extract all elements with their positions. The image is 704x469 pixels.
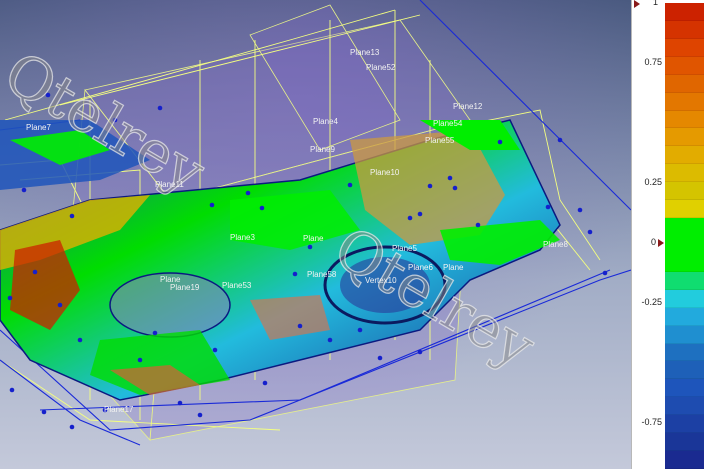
colorbar-segment (665, 289, 704, 308)
model-canvas[interactable]: Qtelrey Qtelrey Plane13 Plane52 Plane12 … (0, 0, 631, 469)
colorbar-segment (665, 182, 704, 201)
plane-label[interactable]: Plane17 (104, 405, 134, 414)
plane-label[interactable]: Plane5 (392, 244, 417, 253)
colorbar-segment (665, 433, 704, 452)
colorbar-segment (665, 218, 704, 272)
colorbar-segment (665, 343, 704, 362)
colorbar-segment (665, 361, 704, 380)
plane-label[interactable]: Plane58 (307, 270, 337, 279)
plane-label[interactable]: Plane6 (408, 263, 433, 272)
vertex-label[interactable]: Vertex10 (365, 276, 397, 285)
plane-label[interactable]: Plane9 (310, 145, 335, 154)
colorbar-segment (665, 451, 704, 469)
colorbar-segment (665, 325, 704, 344)
legend-max-value: 1 (652, 0, 658, 7)
colorbar-segment (665, 110, 704, 129)
colorbar-segment (665, 56, 704, 75)
3d-viewport[interactable]: Qtelrey Qtelrey Plane13 Plane52 Plane12 … (0, 0, 631, 469)
colorbar-segment (665, 307, 704, 326)
plane-label[interactable]: Plane19 (170, 283, 200, 292)
colorbar-segment (665, 164, 704, 183)
plane-label[interactable]: Plane (443, 263, 464, 272)
plane-label[interactable]: Plane53 (222, 281, 252, 290)
zero-marker-icon (658, 239, 664, 247)
plane-label[interactable]: Plane3 (230, 233, 255, 242)
plane-label[interactable]: Plane10 (370, 168, 400, 177)
colorbar (665, 3, 704, 469)
plane-label[interactable]: Plane (303, 234, 324, 243)
plane-label[interactable]: Plane52 (366, 63, 396, 72)
colorbar-segment (665, 200, 704, 219)
legend-tick: -0.75 (641, 417, 662, 427)
plane-label[interactable]: Plane11 (155, 180, 184, 189)
legend-tick-zero: 0 (650, 237, 656, 247)
legend-tick: -0.25 (641, 297, 662, 307)
application-window: Qtelrey Qtelrey Plane13 Plane52 Plane12 … (0, 0, 704, 469)
plane-label[interactable]: Plane8 (543, 240, 568, 249)
colorbar-segment (665, 3, 704, 21)
plane-label[interactable]: Plane54 (433, 119, 463, 128)
legend-tick: 0.25 (644, 177, 662, 187)
color-legend: 1 0.75 0.25 0 -0.25 -0.75 (631, 0, 704, 469)
colorbar-segment (665, 20, 704, 39)
plane-label[interactable]: Plane4 (313, 117, 338, 126)
colorbar-segment (665, 146, 704, 165)
colorbar-segment (665, 397, 704, 416)
plane-label[interactable]: Plane12 (453, 102, 483, 111)
colorbar-segment (665, 92, 704, 111)
plane-label[interactable]: Plane13 (350, 48, 380, 57)
colorbar-segment (665, 379, 704, 398)
colorbar-segment (665, 415, 704, 434)
colorbar-segment (665, 128, 704, 147)
colorbar-segment (665, 271, 704, 290)
plane-label[interactable]: Plane55 (425, 136, 455, 145)
plane-label[interactable]: Plane7 (26, 123, 51, 132)
colorbar-segment (665, 38, 704, 57)
colorbar-segment (665, 74, 704, 93)
legend-tick: 0.75 (644, 57, 662, 67)
